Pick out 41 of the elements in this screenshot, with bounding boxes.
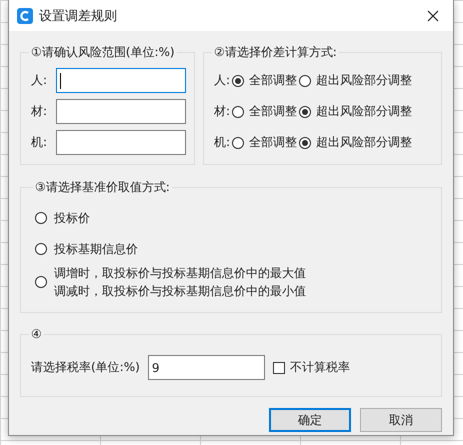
radio-button[interactable] bbox=[232, 106, 244, 118]
radio-label[interactable]: 超出风险部分调整 bbox=[316, 134, 412, 151]
radio-label[interactable]: 投标基期信息价 bbox=[54, 240, 138, 258]
checkbox[interactable] bbox=[272, 362, 285, 374]
input-field[interactable] bbox=[56, 130, 186, 155]
field-label: 人: bbox=[31, 72, 48, 89]
radio-label[interactable]: 投标价 bbox=[54, 208, 90, 226]
row-label: 人: bbox=[214, 72, 230, 89]
input-field[interactable] bbox=[56, 99, 186, 124]
group-title: ④ bbox=[30, 327, 43, 341]
field-label: 机: bbox=[31, 134, 48, 151]
radio-label[interactable]: 调增时，取投标价与投标基期信息价中的最大值 bbox=[54, 264, 306, 282]
radio-label[interactable]: 全部调整 bbox=[249, 103, 298, 120]
window-title: 设置调差规则 bbox=[39, 8, 118, 24]
row-label: 机: bbox=[214, 134, 230, 151]
input-field[interactable] bbox=[56, 68, 186, 93]
radio-button[interactable] bbox=[232, 74, 244, 86]
row-label: 材: bbox=[214, 103, 230, 120]
radio-label[interactable]: 全部调整 bbox=[249, 134, 298, 151]
group-title: ③请选择基准价取值方式: bbox=[34, 179, 171, 196]
app-icon bbox=[17, 8, 33, 24]
dialog-button[interactable]: 取消 bbox=[360, 408, 442, 432]
field-label: 材: bbox=[31, 103, 48, 120]
input-field[interactable]: 9 bbox=[148, 355, 265, 380]
radio-button[interactable] bbox=[232, 136, 244, 148]
radio-label[interactable]: 超出风险部分调整 bbox=[316, 72, 412, 89]
checkbox-label[interactable]: 不计算税率 bbox=[290, 359, 350, 376]
radio-button[interactable] bbox=[299, 74, 312, 86]
dialog-button[interactable]: 确定 bbox=[269, 408, 351, 432]
radio-label[interactable]: 全部调整 bbox=[249, 72, 298, 89]
field-label: 请选择税率(单位:%) bbox=[31, 359, 140, 376]
radio-button[interactable] bbox=[35, 212, 47, 224]
radio-button[interactable] bbox=[299, 106, 312, 118]
radio-button[interactable] bbox=[35, 276, 47, 288]
radio-button[interactable] bbox=[299, 136, 312, 148]
close-icon bbox=[427, 10, 439, 22]
radio-button[interactable] bbox=[35, 242, 47, 254]
radio-label[interactable]: 调减时，取投标价与投标基期信息价中的最小值 bbox=[54, 282, 306, 300]
group-title: ①请确认风险范围(单位:%) bbox=[30, 44, 176, 61]
group-title: ②请选择价差计算方式: bbox=[213, 44, 338, 61]
radio-label[interactable]: 超出风险部分调整 bbox=[316, 103, 412, 120]
